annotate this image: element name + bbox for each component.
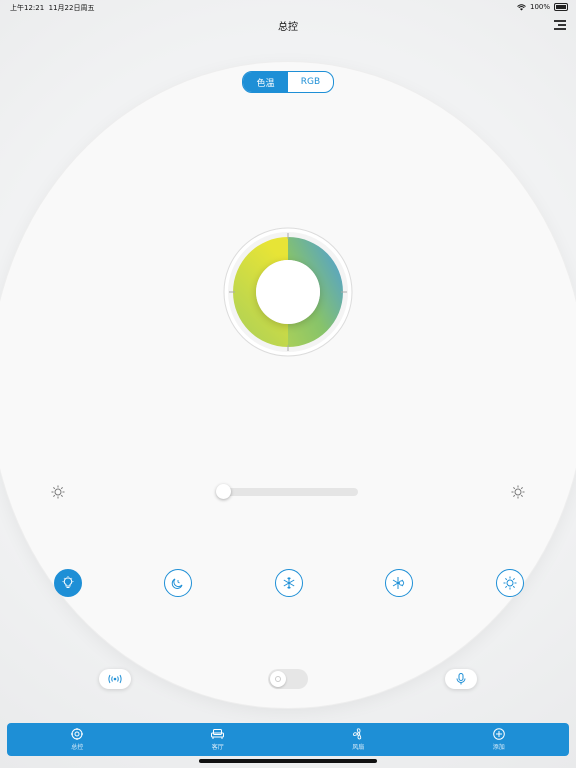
mode-night-button[interactable] [164,569,192,597]
segment-color-temp[interactable]: 色温 [243,72,288,92]
power-toggle[interactable] [268,669,308,689]
tab-master-control[interactable]: 总控 [7,723,148,756]
brightness-high-icon [511,485,525,499]
bulb-icon [62,576,74,588]
status-time: 上午12:21 [10,4,45,12]
status-time-date: 上午12:21 11月22日周五 [10,3,94,13]
mode-sun-button[interactable] [496,569,524,597]
battery-percent: 100% [529,3,550,11]
tab-living-room[interactable]: 客厅 [148,723,289,756]
brightness-low-icon [51,485,65,499]
wifi-icon [517,3,526,10]
broadcast-button[interactable] [99,669,131,689]
wheel-knob[interactable] [256,260,320,324]
menu-icon[interactable] [554,20,566,30]
brightness-slider-thumb[interactable] [216,484,231,499]
fan-icon [352,728,361,740]
tab-label: 风扇 [352,744,365,751]
color-temp-wheel[interactable] [223,227,353,357]
plus-circle-icon [492,728,505,740]
segment-rgb[interactable]: RGB [288,72,333,92]
home-indicator[interactable] [199,759,377,763]
snowflake-icon [283,577,295,589]
mode-cool-button[interactable] [275,569,303,597]
status-date: 11月22日周五 [48,4,95,12]
tab-bar: 总控 客厅 风扇 添加 [7,723,569,756]
page-title: 总控 [278,22,298,33]
sofa-icon [211,729,225,739]
target-icon [71,728,84,740]
voice-button[interactable] [445,669,477,689]
snowflake-sun-icon [392,577,405,589]
tab-add[interactable]: 添加 [429,723,570,756]
status-right: 100% [517,3,568,11]
brightness-slider[interactable] [218,488,358,496]
toggle-knob [270,671,286,687]
tab-label: 总控 [71,744,84,751]
moon-clock-icon [171,578,183,589]
broadcast-icon [108,674,122,684]
mode-mixed-button[interactable] [385,569,413,597]
control-panel-circle [0,62,576,708]
status-bar: 上午12:21 11月22日周五 100% [0,0,576,14]
mode-bulb-button[interactable] [54,569,82,597]
tab-label: 添加 [492,744,505,751]
battery-icon [554,3,568,11]
sun-icon [503,576,517,590]
mode-segment-control[interactable]: 色温 RGB [242,71,334,93]
microphone-icon [456,673,466,685]
tab-fan[interactable]: 风扇 [288,723,429,756]
tab-label: 客厅 [211,744,224,751]
